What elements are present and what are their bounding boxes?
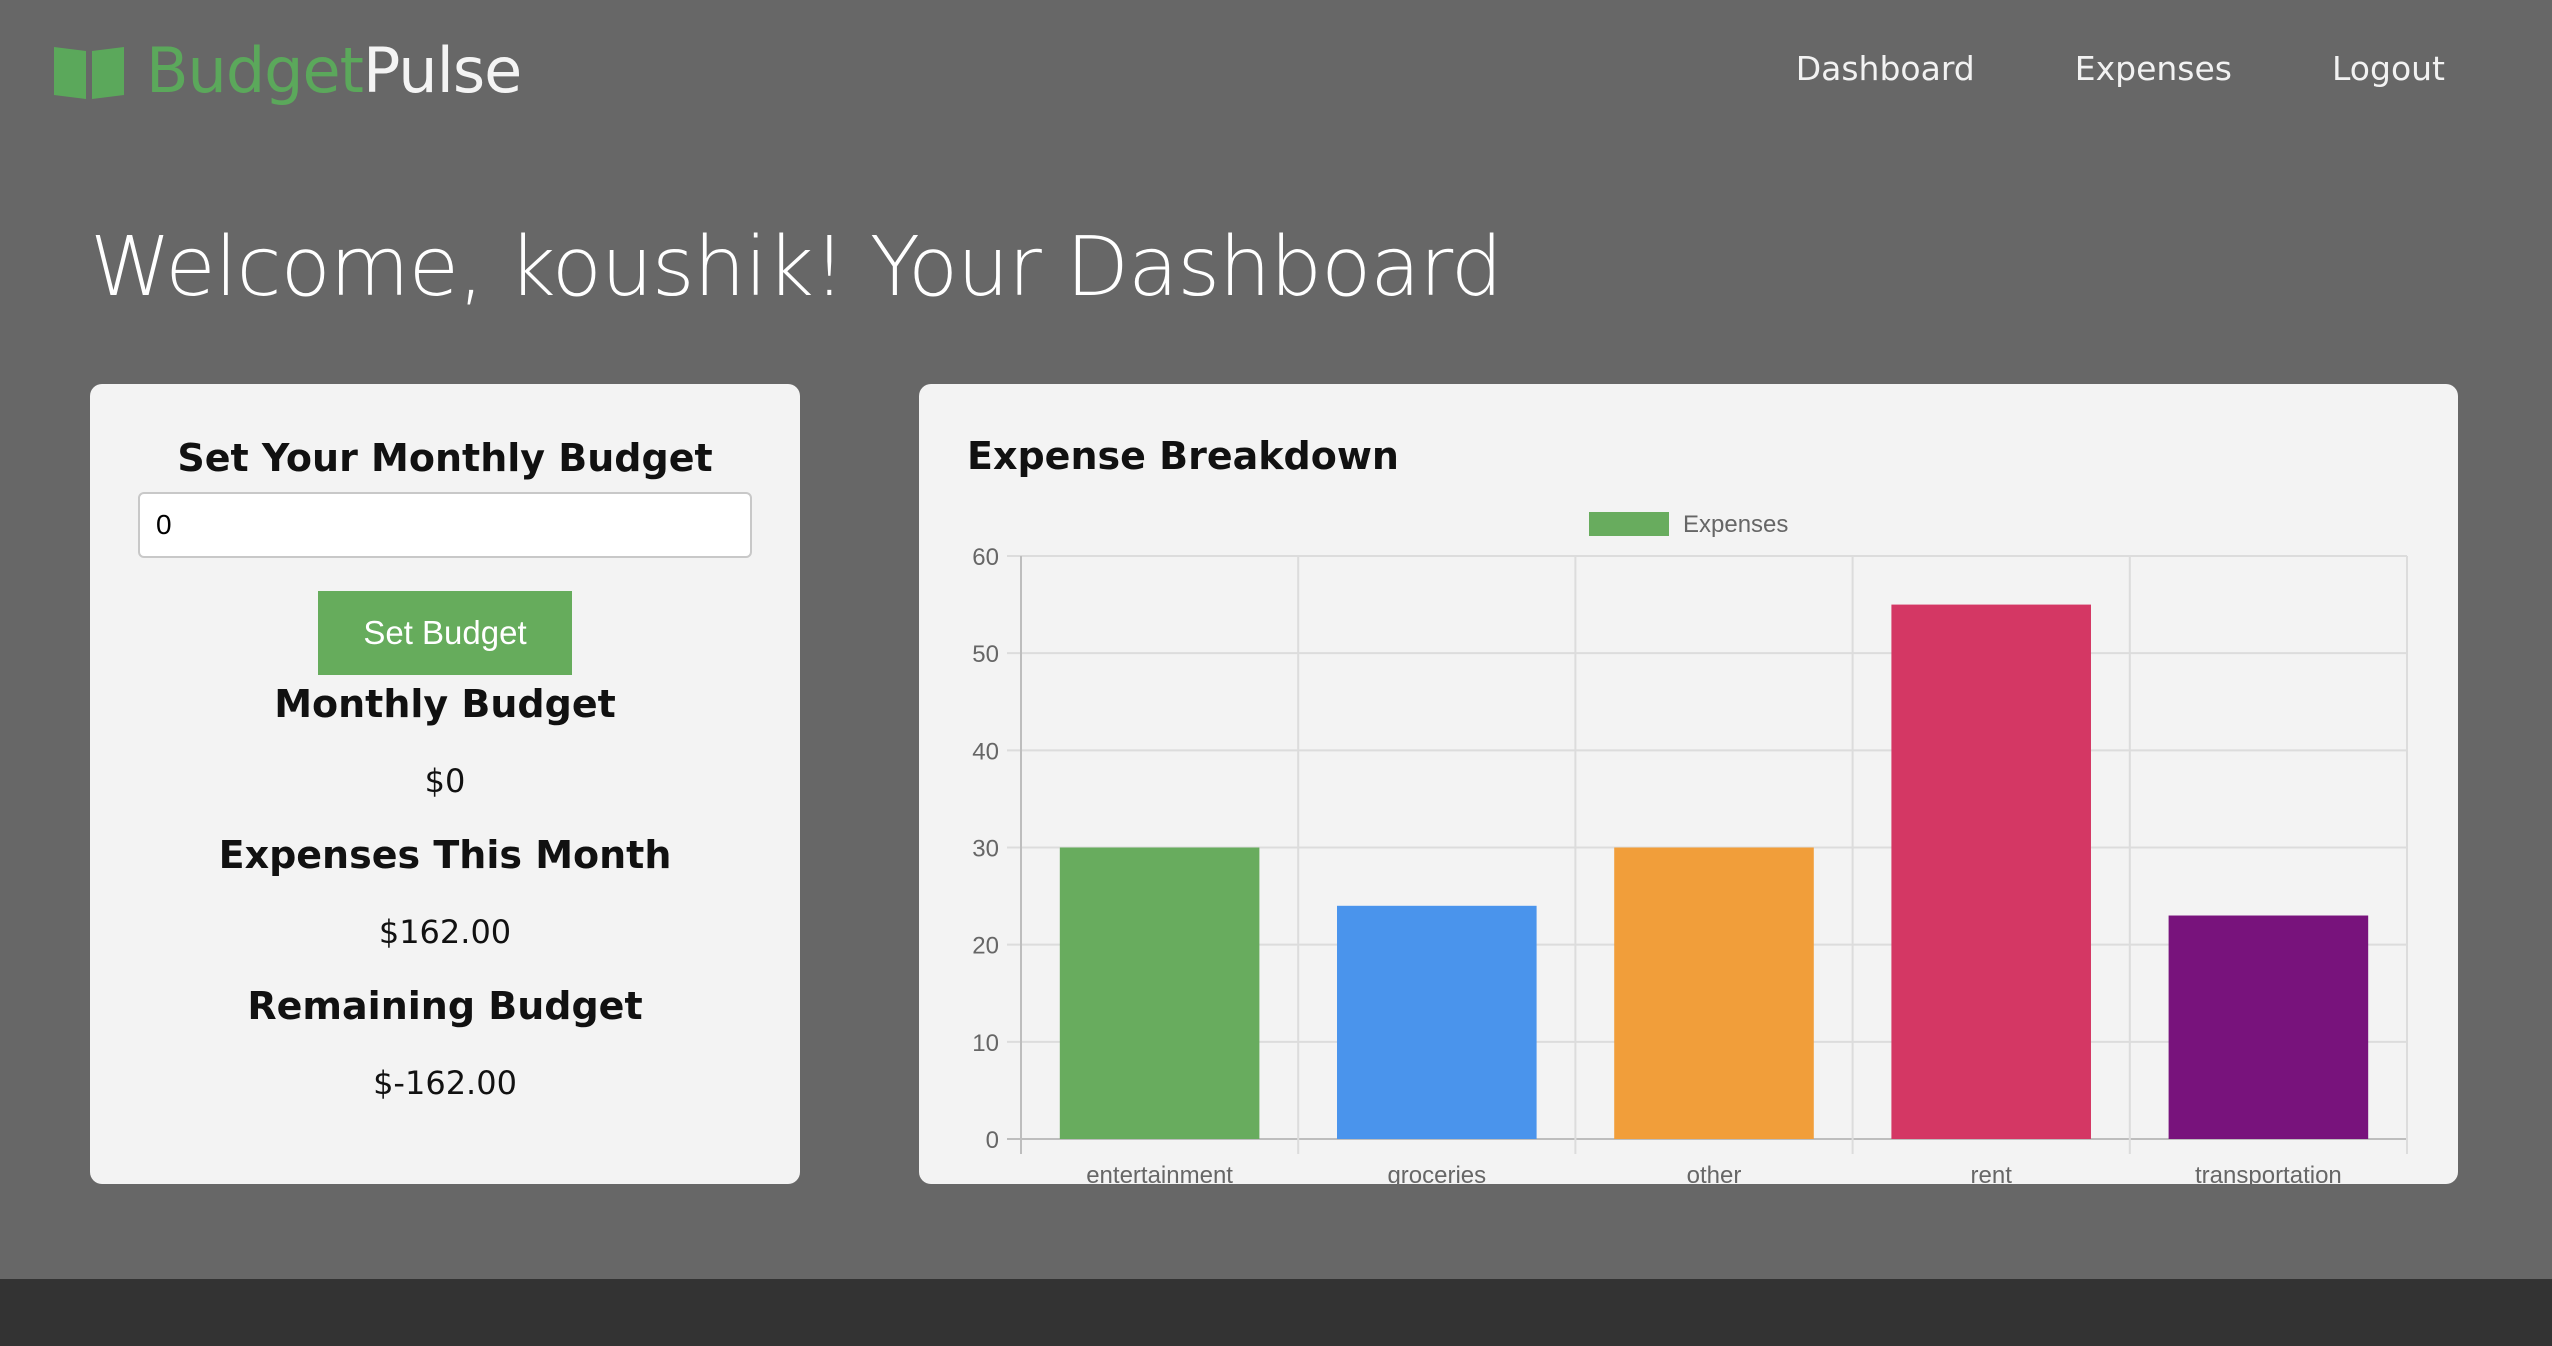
y-tick-label: 0 bbox=[986, 1127, 999, 1154]
footer bbox=[0, 1279, 2552, 1346]
page-title: Welcome, koushik! Your Dashboard bbox=[90, 220, 1503, 315]
open-book-icon bbox=[54, 47, 124, 99]
expense-chart-card: 0 10 20 30 40 50 60 entertainment groceries other… bbox=[919, 384, 2458, 1184]
navbar: BudgetPulse Dashboard Expenses Logout bbox=[0, 0, 2552, 140]
legend-label: Expenses bbox=[1683, 511, 1788, 538]
y-tick-label: 50 bbox=[972, 641, 999, 668]
x-tick-label: other bbox=[1687, 1162, 1742, 1184]
bar-other bbox=[1614, 847, 1814, 1139]
expenses-this-month-label: Expenses This Month bbox=[218, 833, 672, 877]
x-tick-label: entertainment bbox=[1086, 1162, 1233, 1184]
legend-swatch bbox=[1589, 512, 1669, 536]
nav-dashboard-link[interactable]: Dashboard bbox=[1796, 44, 1975, 94]
remaining-budget-value: $-162.00 bbox=[373, 1064, 517, 1102]
expenses-this-month-value: $162.00 bbox=[378, 913, 512, 951]
bar-transportation bbox=[2168, 915, 2369, 1139]
budget-card: Set Your Monthly Budget Set Budget Month… bbox=[90, 384, 800, 1184]
y-tick-label: 10 bbox=[972, 1030, 999, 1057]
brand-name: BudgetPulse bbox=[146, 34, 522, 108]
y-tick-label: 20 bbox=[972, 933, 999, 960]
y-tick-label: 40 bbox=[972, 738, 999, 765]
remaining-budget-label: Remaining Budget bbox=[247, 984, 643, 1028]
monthly-budget-label: Monthly Budget bbox=[274, 682, 616, 726]
bar-groceries bbox=[1337, 905, 1537, 1139]
expense-bar-chart: 0 10 20 30 40 50 60 entertainment groceries other… bbox=[972, 511, 2408, 1184]
nav-links: Dashboard Expenses Logout bbox=[1796, 44, 2445, 94]
x-tick-label: groceries bbox=[1387, 1162, 1486, 1184]
set-budget-button[interactable]: Set Budget bbox=[318, 591, 572, 675]
nav-expenses-link[interactable]: Expenses bbox=[2075, 44, 2232, 94]
monthly-budget-value: $0 bbox=[424, 762, 466, 800]
x-tick-label: transportation bbox=[2195, 1162, 2342, 1184]
chart-title: Expense Breakdown bbox=[967, 434, 1399, 478]
set-budget-heading: Set Your Monthly Budget bbox=[177, 436, 713, 480]
brand-name-part2: Pulse bbox=[363, 34, 522, 107]
x-tick-label: rent bbox=[1971, 1162, 2013, 1184]
y-tick-label: 30 bbox=[972, 836, 999, 863]
brand-logo[interactable]: BudgetPulse bbox=[52, 34, 522, 108]
y-tick-label: 60 bbox=[972, 544, 999, 571]
bar-entertainment bbox=[1059, 847, 1260, 1139]
monthly-budget-input[interactable] bbox=[138, 492, 752, 558]
brand-name-part1: Budget bbox=[146, 34, 364, 107]
nav-logout-link[interactable]: Logout bbox=[2332, 44, 2445, 94]
bar-rent bbox=[1891, 604, 2091, 1139]
